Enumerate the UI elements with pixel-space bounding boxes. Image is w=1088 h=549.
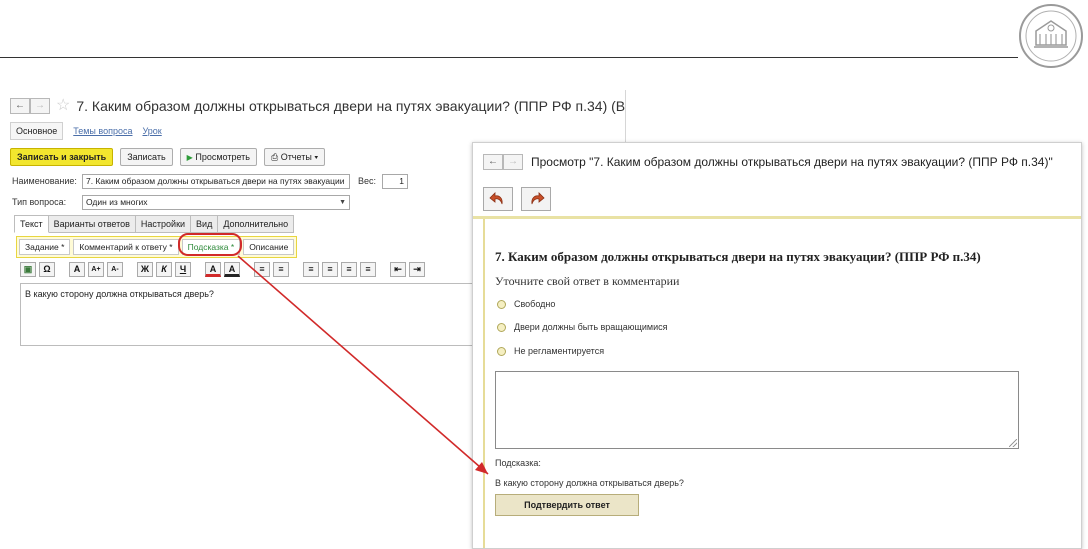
tab-text[interactable]: Текст: [14, 215, 49, 233]
chevron-down-icon: ▾: [314, 152, 319, 162]
answer-option-label: Не регламентируется: [514, 346, 605, 356]
question-type-select[interactable]: Один из многих ▼: [82, 195, 350, 210]
question-subtitle: Уточните свой ответ в комментарии: [495, 274, 680, 288]
reports-button[interactable]: ⎙ Отчеты ▾: [263, 148, 326, 166]
font-size-up-icon[interactable]: A+: [88, 262, 104, 277]
answer-option-label: Свободно: [514, 299, 556, 309]
underline-icon[interactable]: Ч: [175, 262, 191, 277]
editor-title: 7. Каким образом должны открываться двер…: [76, 98, 626, 114]
answer-option[interactable]: Свободно: [497, 299, 555, 309]
tab-main[interactable]: Основное: [10, 122, 64, 140]
save-button[interactable]: Записать: [120, 148, 173, 166]
special-char-icon[interactable]: Ω: [39, 262, 55, 277]
answer-option-label: Двери должны быть вращающимися: [514, 322, 668, 332]
question-type-label: Тип вопроса:: [12, 197, 67, 207]
bulleted-list-icon[interactable]: ≡: [254, 262, 270, 277]
question-title: 7. Каким образом должны открываться двер…: [495, 249, 981, 264]
font-icon[interactable]: A: [69, 262, 85, 277]
back-button[interactable]: ←: [10, 98, 30, 114]
background-color-icon[interactable]: A: [205, 262, 221, 277]
radio-button[interactable]: [497, 322, 506, 332]
preview-button[interactable]: ▶ Просмотреть: [179, 148, 257, 166]
italic-icon[interactable]: К: [156, 262, 172, 277]
bold-icon[interactable]: Ж: [137, 262, 153, 277]
radio-button[interactable]: [497, 299, 506, 309]
resize-grip-icon[interactable]: [1009, 439, 1017, 447]
preview-back-button[interactable]: ←: [483, 154, 503, 170]
preview-action-bar: [483, 187, 551, 211]
content-tabs: Текст Варианты ответов Настройки Вид Доп…: [14, 215, 295, 233]
forward-button[interactable]: →: [30, 98, 50, 114]
tab-question-topics[interactable]: Темы вопроса: [73, 126, 132, 136]
radio-button[interactable]: [497, 346, 506, 356]
subtab-description[interactable]: Описание: [243, 239, 295, 255]
question-preview-window: ← → Просмотр "7. Каким образом должны от…: [472, 142, 1082, 549]
indent-icon[interactable]: ⇥: [409, 262, 425, 277]
text-sub-tabs: Задание * Комментарий к ответу * Подсказ…: [16, 236, 298, 258]
preview-title: Просмотр "7. Каким образом должны открыв…: [531, 155, 1053, 169]
university-seal-logo: [1019, 4, 1083, 68]
favorite-star-icon[interactable]: ☆: [56, 98, 70, 114]
redo-button[interactable]: [521, 187, 551, 211]
tab-additional[interactable]: Дополнительно: [218, 215, 295, 233]
align-left-icon[interactable]: ≡: [303, 262, 319, 277]
chevron-down-icon: ▼: [339, 199, 346, 206]
weight-field[interactable]: 1: [382, 174, 408, 189]
align-center-icon[interactable]: ≡: [322, 262, 338, 277]
reports-icon: ⎙: [270, 152, 279, 162]
question-type-value: Один из многих: [86, 197, 148, 207]
reports-button-label: Отчеты: [280, 152, 312, 162]
weight-label: Вес:: [358, 176, 377, 186]
preview-title-bar: ← → Просмотр "7. Каким образом должны от…: [483, 154, 1053, 170]
answer-option[interactable]: Не регламентируется: [497, 346, 604, 356]
numbered-list-icon[interactable]: ≡: [273, 262, 289, 277]
tab-lesson[interactable]: Урок: [142, 126, 161, 136]
hint-text: В какую сторону должна открываться дверь…: [495, 478, 684, 488]
undo-arrow-icon: [489, 192, 503, 205]
align-right-icon[interactable]: ≡: [341, 262, 357, 277]
text-color-icon[interactable]: A: [224, 262, 240, 277]
font-size-down-icon[interactable]: A-: [107, 262, 123, 277]
name-field[interactable]: 7. Каким образом должны открываться двер…: [82, 174, 350, 189]
submit-answer-button[interactable]: Подтвердить ответ: [495, 494, 639, 516]
hint-label: Подсказка:: [495, 458, 541, 468]
hint-highlight-ring: [178, 233, 242, 256]
play-icon: ▶: [186, 153, 193, 162]
preview-forward-button[interactable]: →: [503, 154, 523, 170]
outdent-icon[interactable]: ⇤: [390, 262, 406, 277]
answer-option[interactable]: Двери должны быть вращающимися: [497, 322, 668, 332]
comment-textarea[interactable]: [495, 371, 1019, 449]
editor-command-bar: Записать и закрыть Записать ▶ Просмотрет…: [10, 148, 326, 166]
subtab-answer-comment[interactable]: Комментарий к ответу *: [73, 239, 179, 255]
tab-settings[interactable]: Настройки: [135, 215, 192, 233]
tab-view[interactable]: Вид: [191, 215, 219, 233]
redo-arrow-icon: [531, 192, 545, 205]
formatting-toolbar: ▣ Ω A A+ A- Ж К Ч A A ≡ ≡ ≡ ≡ ≡ ≡ ⇤ ⇥: [20, 262, 425, 277]
save-and-close-button[interactable]: Записать и закрыть: [10, 148, 114, 166]
slide-top-rule: [0, 57, 1018, 58]
insert-image-icon[interactable]: ▣: [20, 262, 36, 277]
align-justify-icon[interactable]: ≡: [360, 262, 376, 277]
editor-section-tabs: Основное Темы вопроса Урок: [10, 122, 162, 140]
tab-answer-options[interactable]: Варианты ответов: [48, 215, 136, 233]
preview-question-panel: 7. Каким образом должны открываться двер…: [483, 219, 1081, 548]
preview-button-label: Просмотреть: [195, 152, 250, 162]
undo-button[interactable]: [483, 187, 513, 211]
name-label: Наименование:: [12, 176, 77, 186]
subtab-task[interactable]: Задание *: [19, 239, 71, 255]
editor-title-bar: ← → ☆ 7. Каким образом должны открыватьс…: [10, 96, 626, 116]
